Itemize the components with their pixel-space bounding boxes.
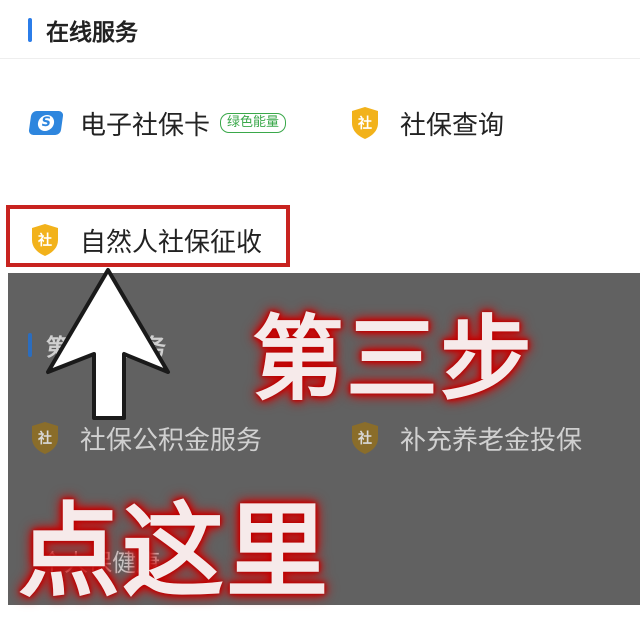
pension-service-item[interactable]: 社 补充养老金投保: [350, 418, 582, 458]
online-services-title: 在线服务: [46, 20, 138, 46]
shield-icon: 社: [352, 107, 378, 139]
click-here-text: 点这里: [18, 493, 330, 612]
dim-accent-bar: [28, 333, 32, 357]
highlight-box: [6, 205, 290, 267]
pension-service-label: 补充养老金投保: [400, 425, 583, 456]
fund-service-label: 社保公积金服务: [80, 425, 263, 456]
shield-icon: 社: [32, 422, 58, 454]
fund-service-item[interactable]: 社 社保公积金服务: [30, 418, 262, 458]
step-three-text: 第三步: [252, 306, 535, 413]
e-social-security-card-item[interactable]: S 电子社保卡 绿色能量: [28, 103, 287, 143]
svg-text:社: 社: [357, 115, 372, 132]
e-card-label: 电子社保卡: [80, 110, 211, 141]
social-security-query-item[interactable]: 社 社保查询: [350, 103, 504, 143]
query-label: 社保查询: [400, 110, 505, 141]
online-services-header: 在线服务: [0, 0, 640, 59]
green-energy-badge: 绿色能量: [220, 113, 287, 133]
svg-text:社: 社: [357, 430, 372, 447]
ss-card-icon: S: [28, 111, 64, 135]
svg-text:社: 社: [37, 430, 52, 447]
shield-icon: 社: [352, 422, 378, 454]
up-arrow-icon: [46, 268, 170, 420]
section-accent-bar: [28, 18, 32, 42]
